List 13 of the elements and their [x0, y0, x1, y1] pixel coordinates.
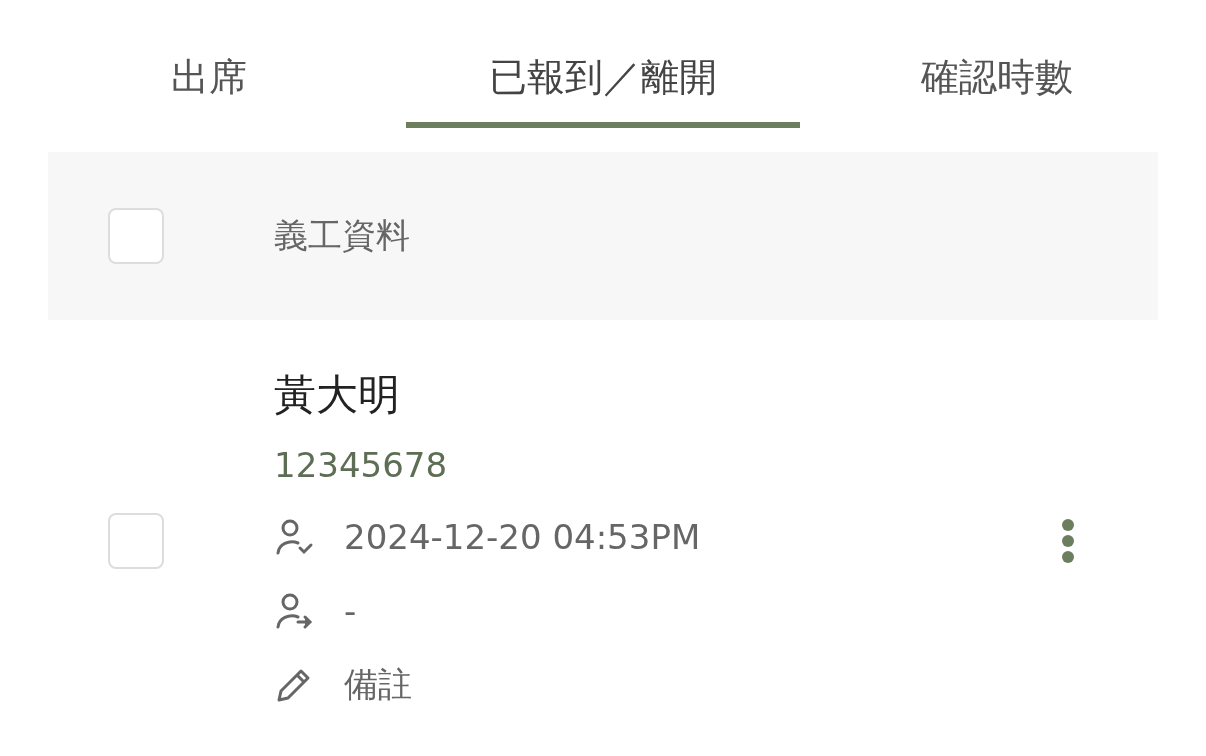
volunteer-id: 12345678 — [274, 444, 449, 487]
note-link[interactable]: 備註 — [344, 662, 412, 708]
checkbox[interactable] — [108, 208, 164, 264]
tab[interactable]: 出席 — [12, 50, 406, 128]
time-text: 2024-12-20 04:53PM — [344, 517, 701, 557]
time-text: - — [344, 591, 357, 631]
volunteer-name: 黃大明 — [274, 369, 401, 421]
tab[interactable]: 確認時數 — [800, 50, 1194, 128]
user-check-icon — [274, 517, 314, 557]
user-arrow-icon — [274, 591, 314, 631]
column-label: 義工資料 — [274, 214, 410, 257]
tab[interactable]: 已報到／離開 — [406, 50, 800, 128]
checkbox[interactable] — [108, 513, 164, 569]
